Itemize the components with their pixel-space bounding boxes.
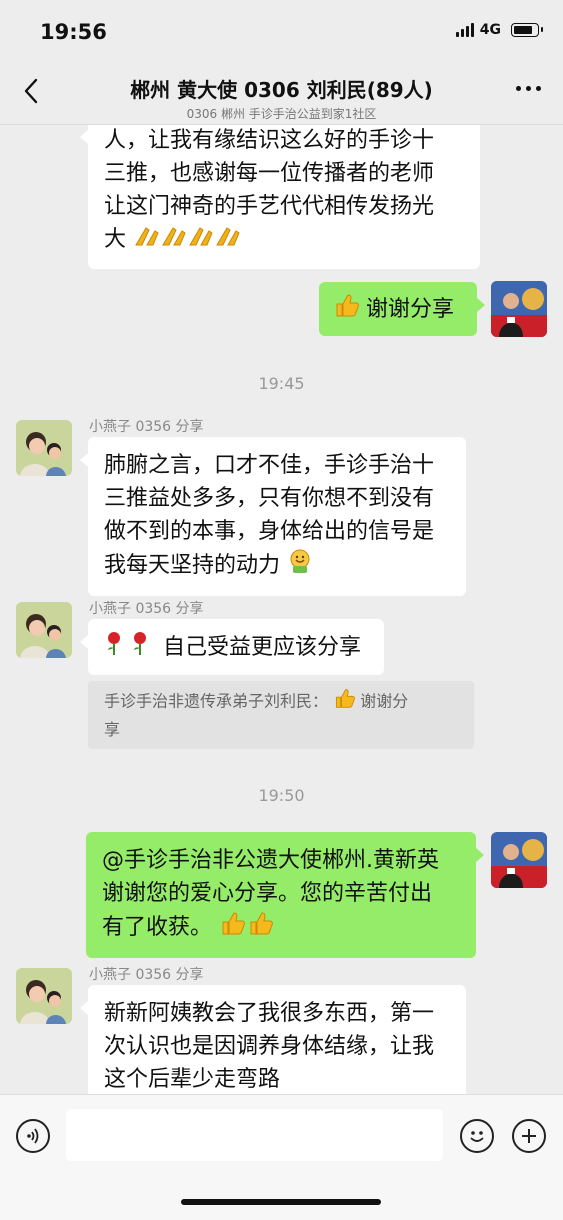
message-bubble[interactable]: 肺腑之言，口才不佳，手诊手治十 三推益处多多，只有你想不到没有 做不到的本事，身… (80, 437, 466, 596)
message-bubble[interactable]: 新新阿姨教会了我很多东西，第一 次认识也是因调养身体结缘，让我 这个后辈少走弯路 (80, 985, 466, 1094)
voice-icon (27, 1128, 39, 1144)
pray-emoji-icon (133, 224, 243, 257)
message-line: 大 (104, 223, 464, 257)
happy-emoji-icon (287, 548, 313, 584)
emoji-icon (470, 1131, 484, 1142)
sender-name: 小燕子 0356 分享 (89, 419, 204, 435)
message-line: 有了收获。 (102, 910, 460, 946)
message-line: 肺腑之言，口才不佳，手诊手治十 (104, 453, 435, 478)
sender-name: 小燕子 0356 分享 (89, 967, 204, 983)
timestamp: 19:50 (258, 786, 305, 805)
message-bubble-own[interactable]: @手诊手治非公遗大使郴州.黄新英 谢谢您的爱心分享。您的辛苦付出 有了收获。 (86, 832, 484, 958)
status-time: 19:56 (40, 20, 107, 44)
home-indicator[interactable] (181, 1199, 381, 1205)
rose-emoji-icon (104, 630, 156, 666)
message-line: @手诊手治非公遗大使郴州.黄新英 (102, 848, 439, 873)
quote-author: 手诊手治非遗传承弟子刘利民： (104, 691, 329, 711)
chevron-left-icon (24, 78, 38, 104)
thumbs-up-emoji-icon (333, 292, 359, 328)
avatar-xiaoyanzi[interactable] (16, 420, 72, 476)
message-text: 自己受益更应该分享 (163, 635, 362, 660)
thumbs-up-emoji-icon (219, 910, 275, 946)
network-type: 4G (479, 22, 501, 38)
chat-header: 郴州 黄大使 0306 刘利民(89人) 0306 郴州 手诊手治公益到家1社区 (0, 66, 563, 125)
plus-icon (522, 1129, 536, 1143)
voice-button[interactable] (16, 1119, 50, 1153)
message-input[interactable] (66, 1109, 443, 1161)
message-bubble-own[interactable]: 谢谢分享 (319, 282, 485, 336)
timestamp: 19:45 (258, 374, 305, 393)
signal-icon (455, 23, 474, 37)
chat-title-area[interactable]: 郴州 黄大使 0306 刘利民(89人) 0306 郴州 手诊手治公益到家1社区 (60, 74, 503, 122)
status-indicators: 4G (455, 22, 543, 38)
avatar-self[interactable] (491, 281, 547, 337)
back-button[interactable] (14, 74, 48, 108)
message-bubble[interactable]: 人，让我有缘结识这么好的手诊十 三推，也感谢每一位传播者的老师 让这门神奇的手艺… (80, 124, 480, 269)
plus-button[interactable] (512, 1119, 546, 1153)
message-line: 人，让我有缘结识这么好的手诊十 (104, 128, 435, 153)
message-line: 谢谢您的爱心分享。您的辛苦付出 (102, 881, 433, 906)
chat-title: 郴州 黄大使 0306 刘利民(89人) (130, 78, 433, 102)
message-line: 我每天坚持的动力 (104, 548, 450, 584)
avatar-xiaoyanzi[interactable] (16, 602, 72, 658)
message-bubble[interactable]: 自己受益更应该分享 (80, 619, 384, 675)
emoji-button[interactable] (460, 1119, 494, 1153)
quoted-reply[interactable]: 手诊手治非遗传承弟子刘利民： 谢谢分 享 (88, 681, 474, 749)
thumbs-up-emoji-icon (333, 687, 356, 717)
message-line: 三推，也感谢每一位传播者的老师 (104, 161, 435, 186)
quote-text: 谢谢分 (360, 691, 409, 711)
message-line: 新新阿姨教会了我很多东西，第一 (104, 1001, 435, 1026)
message-line: 次认识也是因调养身体结缘，让我 (104, 1034, 435, 1059)
message-line: 做不到的本事，身体给出的信号是 (104, 519, 435, 544)
avatar-self[interactable] (491, 832, 547, 888)
sender-name: 小燕子 0356 分享 (89, 601, 204, 617)
quote-text: 享 (104, 720, 121, 739)
message-line: 让这门神奇的手艺代代相传发扬光 (104, 194, 435, 219)
avatar-xiaoyanzi[interactable] (16, 968, 72, 1024)
chat-subtitle: 0306 郴州 手诊手治公益到家1社区 (186, 107, 377, 121)
message-line: 三推益处多多，只有你想不到没有 (104, 486, 435, 511)
message-list[interactable]: 人，让我有缘结识这么好的手诊十 三推，也感谢每一位传播者的老师 让这门神奇的手艺… (0, 124, 563, 1094)
message-text: 谢谢分享 (366, 297, 455, 322)
status-bar: 19:56 4G (0, 0, 563, 66)
message-line: 这个后辈少走弯路 (104, 1067, 281, 1092)
battery-icon (511, 23, 543, 37)
more-dots-icon[interactable] (516, 86, 541, 91)
